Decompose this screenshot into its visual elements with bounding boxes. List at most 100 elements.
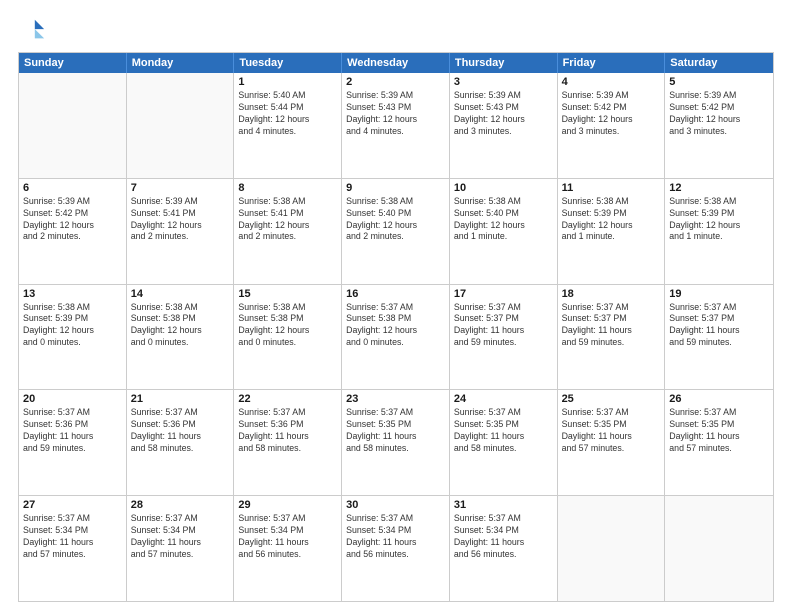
cell-content: Sunrise: 5:40 AM Sunset: 5:44 PM Dayligh… (238, 90, 337, 138)
calendar-cell: 16Sunrise: 5:37 AM Sunset: 5:38 PM Dayli… (342, 285, 450, 390)
calendar-row: 20 Sunrise: 5:37 AM Sunset: 5:36 PM Dayli… (19, 389, 773, 495)
day-number: 8 (238, 182, 337, 194)
cell-content: Sunrise: 5:38 AM Sunset: 5:38 PM Dayligh… (131, 302, 230, 350)
cell-content: Sunrise: 5:37 AM Sunset: 5:37 PM Dayligh… (669, 302, 769, 350)
day-number: 9 (346, 182, 445, 194)
day-number: 24 (454, 393, 553, 405)
cell-content: Sunrise: 5:38 AM Sunset: 5:39 PM Dayligh… (562, 196, 661, 244)
calendar-cell: 18 Sunrise: 5:37 AM Sunset: 5:37 PM Dayli… (558, 285, 666, 390)
day-number: 12 (669, 182, 769, 194)
day-number: 19 (669, 288, 769, 300)
day-number: 4 (562, 76, 661, 88)
day-number: 28 (131, 499, 230, 511)
header-cell-thursday: Thursday (450, 53, 558, 73)
calendar-cell: 6Sunrise: 5:39 AM Sunset: 5:42 PM Daylig… (19, 179, 127, 284)
cell-content: Sunrise: 5:37 AM Sunset: 5:34 PM Dayligh… (23, 513, 122, 561)
cell-content: Sunrise: 5:37 AM Sunset: 5:35 PM Dayligh… (669, 407, 769, 455)
cell-content: Sunrise: 5:38 AM Sunset: 5:39 PM Dayligh… (23, 302, 122, 350)
calendar-cell: 15 Sunrise: 5:38 AM Sunset: 5:38 PM Dayli… (234, 285, 342, 390)
page: SundayMondayTuesdayWednesdayThursdayFrid… (0, 0, 792, 612)
day-number: 15 (238, 288, 337, 300)
day-number: 26 (669, 393, 769, 405)
cell-content: Sunrise: 5:39 AM Sunset: 5:43 PM Dayligh… (454, 90, 553, 138)
day-number: 2 (346, 76, 445, 88)
calendar-cell: 31 Sunrise: 5:37 AM Sunset: 5:34 PM Dayli… (450, 496, 558, 601)
cell-content: Sunrise: 5:39 AM Sunset: 5:42 PM Dayligh… (669, 90, 769, 138)
calendar-cell: 24Sunrise: 5:37 AM Sunset: 5:35 PM Dayli… (450, 390, 558, 495)
calendar-cell: 17 Sunrise: 5:37 AM Sunset: 5:37 PM Dayli… (450, 285, 558, 390)
calendar-row: 13 Sunrise: 5:38 AM Sunset: 5:39 PM Dayli… (19, 284, 773, 390)
calendar-cell: 8Sunrise: 5:38 AM Sunset: 5:41 PM Daylig… (234, 179, 342, 284)
day-number: 30 (346, 499, 445, 511)
calendar-cell: 3Sunrise: 5:39 AM Sunset: 5:43 PM Daylig… (450, 73, 558, 178)
day-number: 13 (23, 288, 122, 300)
calendar-cell: 25 Sunrise: 5:37 AM Sunset: 5:35 PM Dayli… (558, 390, 666, 495)
calendar-row: 27 Sunrise: 5:37 AM Sunset: 5:34 PM Dayli… (19, 495, 773, 601)
cell-content: Sunrise: 5:37 AM Sunset: 5:35 PM Dayligh… (346, 407, 445, 455)
calendar-cell: 5 Sunrise: 5:39 AM Sunset: 5:42 PM Daylig… (665, 73, 773, 178)
calendar-cell (127, 73, 235, 178)
day-number: 17 (454, 288, 553, 300)
cell-content: Sunrise: 5:39 AM Sunset: 5:42 PM Dayligh… (562, 90, 661, 138)
day-number: 5 (669, 76, 769, 88)
cell-content: Sunrise: 5:37 AM Sunset: 5:34 PM Dayligh… (238, 513, 337, 561)
calendar-cell (19, 73, 127, 178)
calendar-cell: 4 Sunrise: 5:39 AM Sunset: 5:42 PM Daylig… (558, 73, 666, 178)
day-number: 20 (23, 393, 122, 405)
day-number: 14 (131, 288, 230, 300)
day-number: 23 (346, 393, 445, 405)
calendar-cell: 29 Sunrise: 5:37 AM Sunset: 5:34 PM Dayli… (234, 496, 342, 601)
day-number: 10 (454, 182, 553, 194)
day-number: 18 (562, 288, 661, 300)
cell-content: Sunrise: 5:39 AM Sunset: 5:42 PM Dayligh… (23, 196, 122, 244)
day-number: 11 (562, 182, 661, 194)
calendar-row: 6Sunrise: 5:39 AM Sunset: 5:42 PM Daylig… (19, 178, 773, 284)
calendar-cell: 28 Sunrise: 5:37 AM Sunset: 5:34 PM Dayli… (127, 496, 235, 601)
cell-content: Sunrise: 5:37 AM Sunset: 5:34 PM Dayligh… (454, 513, 553, 561)
calendar-cell: 19 Sunrise: 5:37 AM Sunset: 5:37 PM Dayli… (665, 285, 773, 390)
cell-content: Sunrise: 5:37 AM Sunset: 5:37 PM Dayligh… (454, 302, 553, 350)
day-number: 22 (238, 393, 337, 405)
cell-content: Sunrise: 5:38 AM Sunset: 5:40 PM Dayligh… (346, 196, 445, 244)
calendar-cell (665, 496, 773, 601)
calendar-cell: 12 Sunrise: 5:38 AM Sunset: 5:39 PM Dayli… (665, 179, 773, 284)
header-cell-saturday: Saturday (665, 53, 773, 73)
calendar-cell: 11 Sunrise: 5:38 AM Sunset: 5:39 PM Dayli… (558, 179, 666, 284)
calendar-body: 1 Sunrise: 5:40 AM Sunset: 5:44 PM Daylig… (19, 73, 773, 601)
cell-content: Sunrise: 5:37 AM Sunset: 5:36 PM Dayligh… (131, 407, 230, 455)
calendar-cell: 9 Sunrise: 5:38 AM Sunset: 5:40 PM Daylig… (342, 179, 450, 284)
cell-content: Sunrise: 5:37 AM Sunset: 5:36 PM Dayligh… (23, 407, 122, 455)
day-number: 25 (562, 393, 661, 405)
calendar-cell: 27 Sunrise: 5:37 AM Sunset: 5:34 PM Dayli… (19, 496, 127, 601)
header (18, 16, 774, 44)
calendar-cell: 1 Sunrise: 5:40 AM Sunset: 5:44 PM Daylig… (234, 73, 342, 178)
cell-content: Sunrise: 5:38 AM Sunset: 5:39 PM Dayligh… (669, 196, 769, 244)
day-number: 27 (23, 499, 122, 511)
header-cell-monday: Monday (127, 53, 235, 73)
cell-content: Sunrise: 5:37 AM Sunset: 5:37 PM Dayligh… (562, 302, 661, 350)
header-cell-tuesday: Tuesday (234, 53, 342, 73)
calendar-cell: 22Sunrise: 5:37 AM Sunset: 5:36 PM Dayli… (234, 390, 342, 495)
header-cell-sunday: Sunday (19, 53, 127, 73)
calendar-cell: 13 Sunrise: 5:38 AM Sunset: 5:39 PM Dayli… (19, 285, 127, 390)
day-number: 29 (238, 499, 337, 511)
calendar-cell: 20 Sunrise: 5:37 AM Sunset: 5:36 PM Dayli… (19, 390, 127, 495)
cell-content: Sunrise: 5:37 AM Sunset: 5:34 PM Dayligh… (131, 513, 230, 561)
calendar-cell: 10Sunrise: 5:38 AM Sunset: 5:40 PM Dayli… (450, 179, 558, 284)
cell-content: Sunrise: 5:37 AM Sunset: 5:35 PM Dayligh… (562, 407, 661, 455)
day-number: 16 (346, 288, 445, 300)
calendar-header: SundayMondayTuesdayWednesdayThursdayFrid… (19, 53, 773, 73)
cell-content: Sunrise: 5:37 AM Sunset: 5:34 PM Dayligh… (346, 513, 445, 561)
day-number: 21 (131, 393, 230, 405)
calendar-row: 1 Sunrise: 5:40 AM Sunset: 5:44 PM Daylig… (19, 73, 773, 178)
day-number: 31 (454, 499, 553, 511)
cell-content: Sunrise: 5:38 AM Sunset: 5:38 PM Dayligh… (238, 302, 337, 350)
logo (18, 16, 48, 44)
calendar-cell: 26 Sunrise: 5:37 AM Sunset: 5:35 PM Dayli… (665, 390, 773, 495)
calendar-cell (558, 496, 666, 601)
day-number: 1 (238, 76, 337, 88)
calendar-cell: 14 Sunrise: 5:38 AM Sunset: 5:38 PM Dayli… (127, 285, 235, 390)
cell-content: Sunrise: 5:39 AM Sunset: 5:43 PM Dayligh… (346, 90, 445, 138)
header-cell-wednesday: Wednesday (342, 53, 450, 73)
day-number: 7 (131, 182, 230, 194)
